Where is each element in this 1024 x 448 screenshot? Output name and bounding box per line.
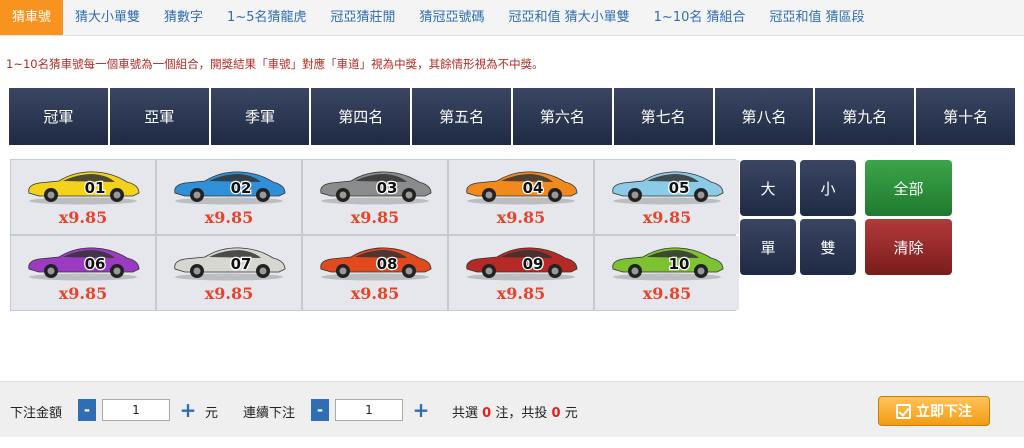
car-number: 07: [231, 255, 252, 273]
car-cell-09[interactable]: 09 x9.85: [449, 236, 593, 310]
car-grid: 01 x9.85 02 x9.85 03 x9.85 04 x9.85 05 x9.85 06 x9.…: [10, 159, 739, 311]
odds-label: x9.85: [350, 284, 400, 303]
odd-button[interactable]: 單: [740, 219, 796, 275]
bet-bar: 下注金額 - + 元 連續下注 - + 共選 0 注，共投 0 元 立即下注: [0, 381, 1024, 437]
total-unit: 元: [564, 406, 578, 421]
selected-prefix: 共選: [452, 406, 479, 421]
rule-notice: 1~10名猜車號每一個車號為一個組合，開獎結果「車號」對應「車道」視為中獎，其餘…: [6, 57, 544, 71]
consecutive-increase-button[interactable]: +: [409, 398, 433, 422]
amount-input[interactable]: [102, 399, 170, 421]
tab-5[interactable]: 猜冠亞號碼: [408, 0, 497, 35]
position-bar: 冠軍 亞軍 季軍 第四名 第五名 第六名 第七名 第八名 第九名 第十名: [9, 88, 1015, 145]
odds-label: x9.85: [642, 284, 692, 303]
position-button-2[interactable]: 亞軍: [109, 88, 209, 145]
car-number: 02: [231, 179, 252, 197]
odds-label: x9.85: [58, 284, 108, 303]
place-bet-button[interactable]: 立即下注: [878, 396, 990, 426]
small-button[interactable]: 小: [800, 160, 856, 216]
amount-increase-button[interactable]: +: [176, 398, 200, 422]
consecutive-label: 連續下注: [243, 406, 296, 421]
game-tabs: 猜車號 猜大小單雙 猜數字 1~5名猜龍虎 冠亞猜莊閒 猜冠亞號碼 冠亞和值 猜大小單雙 1~…: [0, 0, 1024, 36]
amount-label: 下注金額: [10, 406, 63, 421]
car-cell-05[interactable]: 05 x9.85: [595, 160, 739, 234]
odds-label: x9.85: [204, 208, 254, 227]
tab-8[interactable]: 冠亞和值 猜區段: [758, 0, 877, 35]
car-number: 05: [669, 179, 690, 197]
race-car-icon: 03: [320, 171, 432, 205]
race-car-icon: 06: [28, 247, 140, 281]
tab-3[interactable]: 1~5名猜龍虎: [215, 0, 318, 35]
position-button-1[interactable]: 冠軍: [9, 88, 108, 145]
odds-label: x9.85: [204, 284, 254, 303]
odds-label: x9.85: [58, 208, 108, 227]
position-button-6[interactable]: 第六名: [512, 88, 612, 145]
position-button-8[interactable]: 第八名: [714, 88, 814, 145]
race-car-icon: 08: [320, 247, 432, 281]
consecutive-stepper: - +: [311, 398, 433, 422]
odds-label: x9.85: [496, 284, 546, 303]
car-number: 03: [377, 179, 398, 197]
amount-decrease-button[interactable]: -: [78, 399, 96, 421]
tab-0[interactable]: 猜車號: [0, 0, 64, 35]
amount-unit: 元: [205, 406, 219, 421]
consecutive-decrease-button[interactable]: -: [311, 399, 329, 421]
car-cell-06[interactable]: 06 x9.85: [11, 236, 155, 310]
position-button-4[interactable]: 第四名: [311, 88, 411, 145]
amount-stepper: - +: [78, 398, 200, 422]
race-car-icon: 04: [466, 171, 578, 205]
selection-summary: 共選 0 注，共投 0 元: [452, 402, 578, 421]
tab-7[interactable]: 1~10名 猜組合: [642, 0, 758, 35]
car-cell-04[interactable]: 04 x9.85: [449, 160, 593, 234]
clear-button[interactable]: 清除: [865, 219, 952, 275]
consecutive-input[interactable]: [335, 399, 403, 421]
race-car-icon: 05: [612, 171, 724, 205]
bets-suffix: 注，共投: [495, 406, 548, 421]
tab-4[interactable]: 冠亞猜莊閒: [318, 0, 407, 35]
race-car-icon: 09: [466, 247, 578, 281]
car-number: 10: [669, 255, 690, 273]
odds-label: x9.85: [496, 208, 546, 227]
car-cell-03[interactable]: 03 x9.85: [303, 160, 447, 234]
position-button-5[interactable]: 第五名: [412, 88, 511, 145]
total-amount: 0: [551, 406, 561, 421]
car-number: 08: [377, 255, 398, 273]
car-cell-08[interactable]: 08 x9.85: [303, 236, 447, 310]
even-button[interactable]: 雙: [800, 219, 856, 275]
position-button-7[interactable]: 第七名: [613, 88, 713, 145]
car-number: 01: [85, 179, 106, 197]
place-bet-label: 立即下注: [916, 404, 972, 420]
tab-2[interactable]: 猜數字: [152, 0, 215, 35]
position-button-3[interactable]: 季軍: [210, 88, 310, 145]
selected-count: 0: [482, 406, 492, 421]
car-cell-02[interactable]: 02 x9.85: [157, 160, 301, 234]
odds-label: x9.85: [642, 208, 692, 227]
odds-label: x9.85: [350, 208, 400, 227]
position-button-10[interactable]: 第十名: [916, 88, 1015, 145]
checkbox-icon: [896, 403, 911, 419]
race-car-icon: 02: [174, 171, 286, 205]
tab-1[interactable]: 猜大小單雙: [63, 0, 152, 35]
select-all-button[interactable]: 全部: [865, 160, 952, 216]
position-button-9[interactable]: 第九名: [815, 88, 915, 145]
race-car-icon: 01: [28, 171, 140, 205]
car-number: 06: [85, 255, 106, 273]
car-cell-01[interactable]: 01 x9.85: [11, 160, 155, 234]
tab-6[interactable]: 冠亞和值 猜大小單雙: [497, 0, 642, 35]
race-car-icon: 07: [174, 247, 286, 281]
car-cell-07[interactable]: 07 x9.85: [157, 236, 301, 310]
page: 猜車號 猜大小單雙 猜數字 1~5名猜龍虎 冠亞猜莊閒 猜冠亞號碼 冠亞和值 猜大小單雙 1~…: [0, 0, 1024, 448]
car-number: 09: [523, 255, 544, 273]
car-cell-10[interactable]: 10 x9.85: [595, 236, 739, 310]
big-button[interactable]: 大: [740, 160, 796, 216]
race-car-icon: 10: [612, 247, 724, 281]
car-number: 04: [523, 179, 544, 197]
